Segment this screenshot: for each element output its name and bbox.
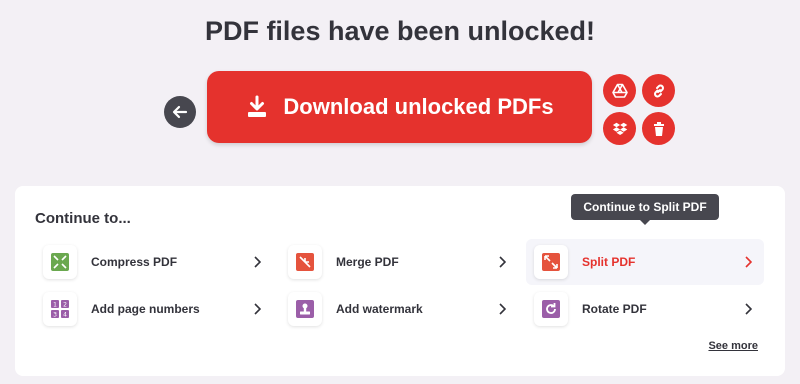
see-more-link[interactable]: See more [708, 340, 758, 352]
svg-text:1: 1 [53, 302, 57, 309]
back-button[interactable] [164, 96, 196, 128]
tool-label: Split PDF [582, 255, 636, 269]
copy-link-button[interactable] [642, 74, 675, 107]
download-button[interactable]: Download unlocked PDFs [207, 71, 592, 143]
tool-add-page-numbers[interactable]: 1 2 3 4 Add page numbers [35, 286, 273, 332]
chevron-right-icon [738, 299, 758, 319]
tool-rotate-pdf[interactable]: Rotate PDF [526, 286, 764, 332]
page-title: PDF files have been unlocked! [204, 16, 596, 46]
tool-label: Compress PDF [91, 255, 178, 269]
google-drive-button[interactable] [603, 74, 636, 107]
svg-text:2: 2 [63, 302, 67, 309]
compress-icon [43, 245, 77, 279]
chevron-right-icon [492, 299, 512, 319]
trash-icon [653, 121, 664, 136]
tool-label: Add page numbers [91, 302, 200, 316]
delete-button[interactable] [642, 112, 675, 145]
chevron-right-icon [738, 252, 758, 272]
arrow-left-icon [172, 105, 188, 119]
svg-text:3: 3 [53, 312, 57, 319]
chevron-right-icon [247, 299, 267, 319]
tool-merge-pdf[interactable]: Merge PDF [280, 239, 518, 285]
page-numbers-icon: 1 2 3 4 [43, 292, 77, 326]
tool-add-watermark[interactable]: Add watermark [280, 286, 518, 332]
chevron-right-icon [247, 252, 267, 272]
tool-label: Merge PDF [336, 255, 399, 269]
merge-icon [288, 245, 322, 279]
link-icon [653, 84, 664, 97]
watermark-icon [288, 292, 322, 326]
google-drive-icon [611, 83, 628, 98]
download-icon [248, 95, 267, 117]
download-label: Download unlocked PDFs [283, 94, 554, 119]
tool-compress-pdf[interactable]: Compress PDF [35, 239, 273, 285]
chevron-right-icon [492, 252, 512, 272]
dropbox-icon [612, 122, 627, 135]
tool-label: Rotate PDF [582, 302, 647, 316]
dropbox-button[interactable] [603, 112, 636, 145]
tooltip: Continue to Split PDF [571, 194, 719, 220]
tool-label: Add watermark [336, 302, 423, 316]
rotate-icon [534, 292, 568, 326]
tool-split-pdf[interactable]: Split PDF [526, 239, 764, 285]
svg-text:4: 4 [63, 312, 67, 319]
split-icon [534, 245, 568, 279]
tooltip-arrow [639, 219, 651, 225]
continue-title: Continue to... [35, 210, 131, 227]
